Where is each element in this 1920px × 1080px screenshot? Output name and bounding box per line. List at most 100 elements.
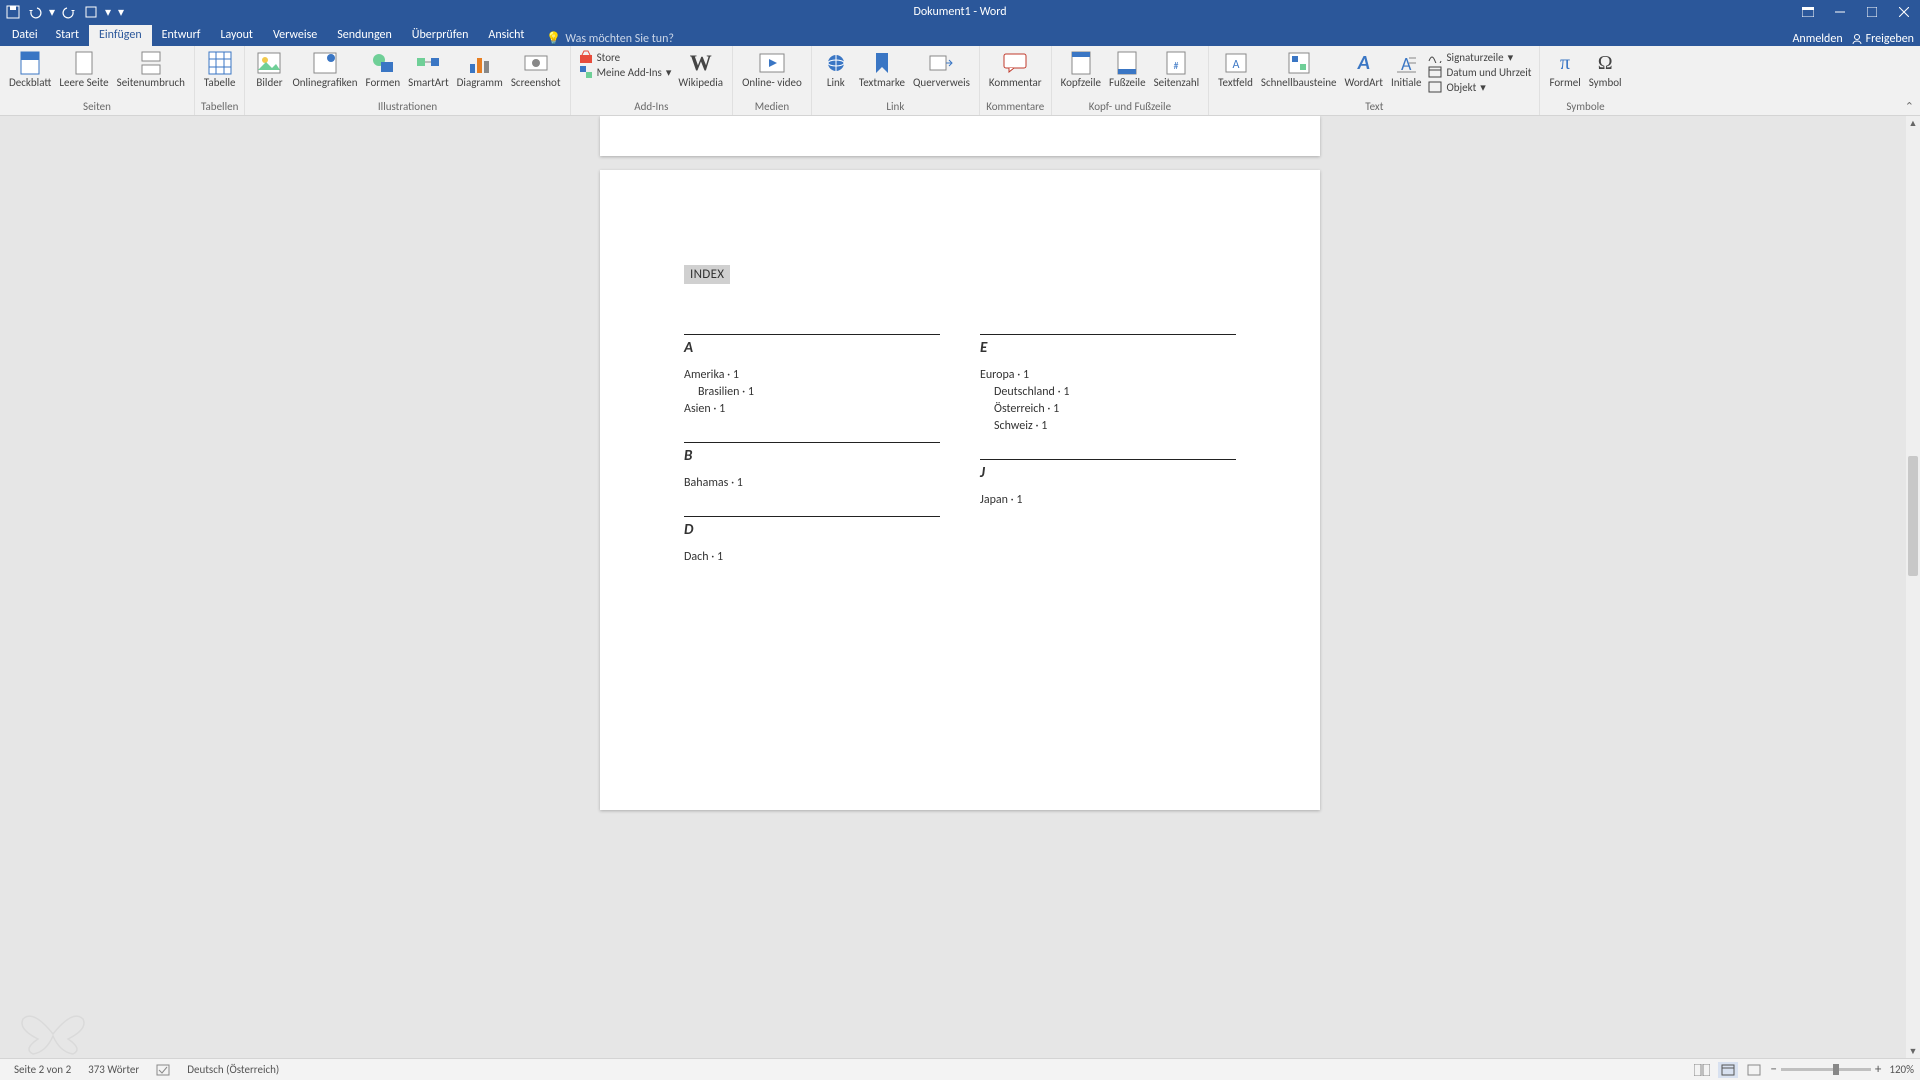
tab-einfuegen[interactable]: Einfügen <box>89 25 152 46</box>
ribbon-display-icon[interactable] <box>1792 0 1824 24</box>
share-button[interactable]: Freigeben <box>1851 32 1914 46</box>
sign-in-link[interactable]: Anmelden <box>1792 32 1842 46</box>
tab-layout[interactable]: Layout <box>210 25 263 46</box>
seitenumbruch-button[interactable]: Seitenumbruch <box>114 48 188 99</box>
index-section: JJapan · 1 <box>980 459 1236 509</box>
collapse-ribbon-icon[interactable]: ⌃ <box>1905 100 1914 113</box>
formel-button[interactable]: πFormel <box>1546 48 1583 99</box>
scroll-thumb[interactable] <box>1908 456 1918 576</box>
fusszeile-button[interactable]: Fußzeile <box>1106 48 1149 99</box>
wikipedia-button[interactable]: WWikipedia <box>675 48 726 99</box>
symbol-button[interactable]: ΩSymbol <box>1586 48 1625 99</box>
index-col-right: EEuropa · 1Deutschland · 1Österreich · 1… <box>980 334 1236 590</box>
tab-verweise[interactable]: Verweise <box>263 25 327 46</box>
onlinegrafiken-button[interactable]: Onlinegrafiken <box>289 48 360 99</box>
quick-access-toolbar: ▾ ▾ ▾ <box>0 0 130 24</box>
view-web-icon[interactable] <box>1744 1062 1764 1078</box>
textfeld-label: Textfeld <box>1218 77 1253 89</box>
document-page[interactable]: INDEX AAmerika · 1Brasilien · 1Asien · 1… <box>600 170 1320 810</box>
close-icon[interactable] <box>1888 0 1920 24</box>
deckblatt-button[interactable]: Deckblatt <box>6 48 54 99</box>
smartart-button[interactable]: SmartArt <box>405 48 452 99</box>
status-proofing-icon[interactable] <box>148 1064 179 1076</box>
view-read-icon[interactable] <box>1692 1062 1712 1078</box>
querverweis-button[interactable]: Querverweis <box>910 48 973 99</box>
touch-dropdown-icon[interactable]: ▾ <box>104 3 112 21</box>
wikipedia-label: Wikipedia <box>678 77 723 89</box>
index-rule <box>684 442 940 443</box>
bausteine-label: Schnellbausteine <box>1261 77 1337 89</box>
kopfzeile-button[interactable]: Kopfzeile <box>1058 48 1104 99</box>
redo-icon[interactable] <box>60 3 78 21</box>
zoom-handle[interactable] <box>1833 1064 1839 1075</box>
signaturzeile-button[interactable]: Signaturzeile ▾ <box>1428 50 1531 64</box>
datum-uhrzeit-button[interactable]: Datum und Uhrzeit <box>1428 65 1531 79</box>
kommentar-button[interactable]: Kommentar <box>986 48 1045 99</box>
tabelle-button[interactable]: Tabelle <box>201 48 239 99</box>
maximize-icon[interactable] <box>1856 0 1888 24</box>
group-kommentare: Kommentar Kommentare <box>980 46 1052 115</box>
textmarke-label: Textmarke <box>859 77 905 89</box>
svg-text:#: # <box>1174 59 1179 72</box>
undo-dropdown-icon[interactable]: ▾ <box>48 3 56 21</box>
index-rule <box>684 516 940 517</box>
screenshot-label: Screenshot <box>511 77 561 89</box>
lightbulb-icon: 💡 <box>546 31 561 46</box>
undo-icon[interactable] <box>26 3 44 21</box>
seitenumbruch-label: Seitenumbruch <box>117 77 185 89</box>
cover-page-icon <box>16 50 44 76</box>
meine-addins-button[interactable]: Meine Add-Ins ▾ <box>579 65 672 79</box>
objekt-button[interactable]: Objekt ▾ <box>1428 80 1531 94</box>
tab-sendungen[interactable]: Sendungen <box>327 25 402 46</box>
save-icon[interactable] <box>4 3 22 21</box>
symbol-label: Symbol <box>1589 77 1622 89</box>
tab-ueberpruefen[interactable]: Überprüfen <box>402 25 479 46</box>
kopfzeile-label: Kopfzeile <box>1061 77 1101 89</box>
tell-me-search[interactable]: 💡 Was möchten Sie tun? <box>546 31 674 46</box>
textmarke-button[interactable]: Textmarke <box>856 48 908 99</box>
bilder-button[interactable]: Bilder <box>251 48 287 99</box>
zoom-percent[interactable]: 120% <box>1889 1063 1914 1076</box>
link-button[interactable]: Link <box>818 48 854 99</box>
touch-mode-icon[interactable] <box>82 3 100 21</box>
customize-qat-icon[interactable]: ▾ <box>116 3 126 21</box>
zoom-slider[interactable] <box>1781 1068 1871 1071</box>
status-word-count[interactable]: 373 Wörter <box>80 1063 148 1076</box>
diagramm-button[interactable]: Diagramm <box>454 48 506 99</box>
seitenzahl-button[interactable]: #Seitenzahl <box>1151 48 1203 99</box>
tab-ansicht[interactable]: Ansicht <box>478 25 534 46</box>
datetime-icon <box>1428 65 1442 79</box>
screenshot-button[interactable]: Screenshot <box>508 48 564 99</box>
zoom-in-icon[interactable]: + <box>1875 1062 1881 1077</box>
zoom-out-icon[interactable]: − <box>1770 1062 1776 1077</box>
vertical-scrollbar[interactable]: ▲ ▼ <box>1906 116 1920 1058</box>
scroll-down-icon[interactable]: ▼ <box>1906 1044 1920 1058</box>
store-button[interactable]: Store <box>579 50 672 64</box>
formen-button[interactable]: Formen <box>363 48 404 99</box>
schnellbausteine-button[interactable]: Schnellbausteine <box>1258 48 1340 99</box>
share-icon <box>1851 33 1863 45</box>
status-bar: Seite 2 von 2 373 Wörter Deutsch (Österr… <box>0 1058 1920 1080</box>
link-label: Link <box>827 77 845 89</box>
group-medien: Online- video Medien <box>733 46 812 115</box>
textfeld-button[interactable]: ATextfeld <box>1215 48 1256 99</box>
previous-page-tail <box>600 116 1320 156</box>
view-print-icon[interactable] <box>1718 1062 1738 1078</box>
initiale-button[interactable]: AInitiale <box>1388 48 1424 99</box>
status-page[interactable]: Seite 2 von 2 <box>6 1063 80 1076</box>
wordart-button[interactable]: AWordArt <box>1342 48 1386 99</box>
index-heading: INDEX <box>684 265 730 284</box>
index-entry: Brasilien · 1 <box>684 384 940 401</box>
scroll-up-icon[interactable]: ▲ <box>1906 116 1920 130</box>
tab-datei[interactable]: Datei <box>4 25 46 46</box>
group-link: Link Textmarke Querverweis Link <box>812 46 980 115</box>
document-scroll[interactable]: INDEX AAmerika · 1Brasilien · 1Asien · 1… <box>0 116 1920 1058</box>
object-icon <box>1428 80 1442 94</box>
status-language[interactable]: Deutsch (Österreich) <box>179 1063 288 1076</box>
index-entry: Japan · 1 <box>980 492 1236 509</box>
minimize-icon[interactable] <box>1824 0 1856 24</box>
tab-start[interactable]: Start <box>46 25 89 46</box>
tab-entwurf[interactable]: Entwurf <box>152 25 211 46</box>
leere-seite-button[interactable]: Leere Seite <box>56 48 111 99</box>
onlinevideo-button[interactable]: Online- video <box>739 48 805 99</box>
